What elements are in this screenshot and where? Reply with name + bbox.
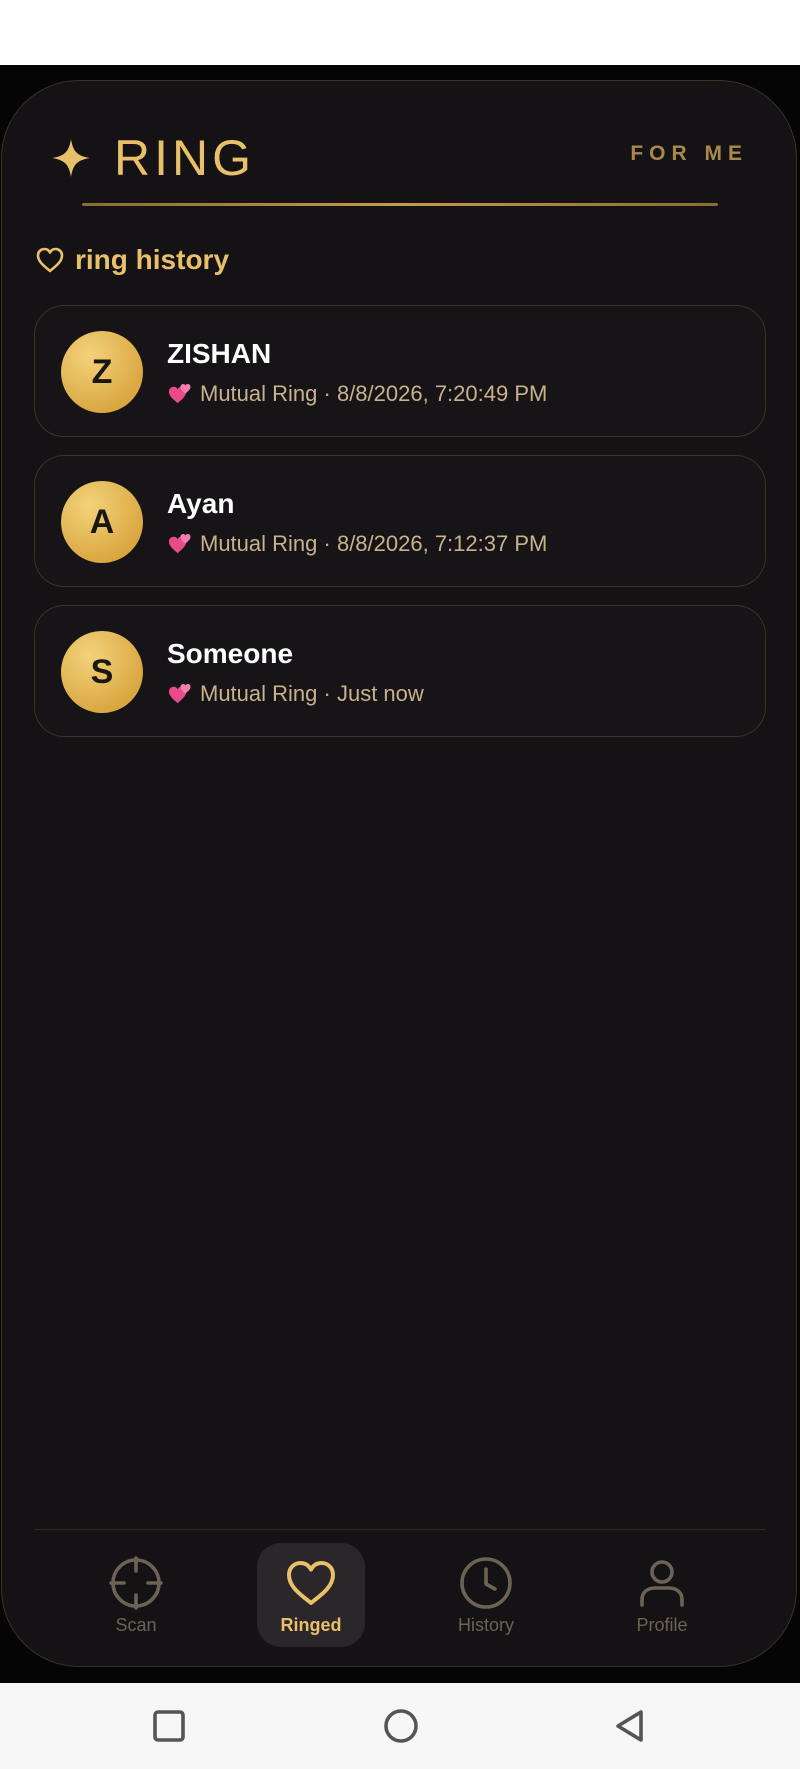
ring-meta: Mutual Ring · Just now — [167, 680, 424, 707]
separator: · — [317, 380, 337, 406]
clock-icon — [460, 1557, 512, 1609]
ring-meta: Mutual Ring · 8/8/2026, 7:20:49 PM — [167, 380, 547, 407]
two-hearts-icon — [168, 534, 191, 554]
status-bar — [0, 0, 800, 65]
bottom-nav-divider — [34, 1529, 766, 1530]
heart-icon — [287, 1561, 335, 1605]
header-divider — [82, 203, 718, 206]
ring-list-item[interactable]: Z ZISHAN Mutual Ring · 8/8/2026, 7:20:49… — [34, 305, 766, 437]
ring-user-name: ZISHAN — [167, 338, 272, 369]
circle-icon[interactable] — [380, 1705, 422, 1747]
brand-header: RING — [50, 123, 255, 193]
ring-list: Z ZISHAN Mutual Ring · 8/8/2026, 7:20:49… — [34, 305, 766, 755]
nav-label: Scan — [115, 1615, 157, 1635]
nav-item-profile[interactable]: Profile — [608, 1543, 716, 1647]
app-title: RING — [114, 130, 255, 186]
nav-item-ringed[interactable]: Ringed — [257, 1543, 365, 1647]
nav-label: History — [457, 1615, 514, 1635]
ring-type: Mutual Ring — [200, 680, 318, 706]
ring-type: Mutual Ring — [200, 530, 318, 556]
ring-time: 8/8/2026, 7:20:49 PM — [336, 380, 548, 406]
separator: · — [317, 680, 337, 706]
avatar: S — [61, 631, 143, 713]
ring-user-name: Someone — [167, 638, 294, 669]
nav-label: Profile — [636, 1615, 688, 1635]
ring-list-item[interactable]: A Ayan Mutual Ring · 8/8/2026, 7:12:37 P… — [34, 455, 766, 587]
nav-item-scan[interactable]: Scan — [82, 1543, 190, 1647]
ring-type: Mutual Ring — [200, 380, 318, 406]
ring-time: 8/8/2026, 7:12:37 PM — [336, 530, 548, 556]
system-navigation-bar — [0, 1683, 800, 1769]
two-hearts-icon — [168, 684, 191, 704]
two-hearts-icon — [168, 384, 191, 404]
avatar: A — [61, 481, 143, 563]
section-title: ring history — [34, 240, 229, 280]
ring-user-name: Ayan — [167, 488, 235, 519]
section-title-text: ring history — [75, 244, 230, 275]
nav-label: Ringed — [280, 1615, 342, 1635]
sparkle-icon — [52, 139, 90, 177]
avatar: Z — [61, 331, 143, 413]
triangle-back-icon[interactable] — [609, 1705, 651, 1747]
ring-meta: Mutual Ring · 8/8/2026, 7:12:37 PM — [167, 530, 547, 557]
ring-list-item[interactable]: S Someone Mutual Ring · Just now — [34, 605, 766, 737]
square-icon[interactable] — [148, 1705, 190, 1747]
ring-time: Just now — [336, 680, 424, 706]
separator: · — [317, 530, 337, 556]
user-icon — [640, 1560, 684, 1607]
heart-outline-icon — [36, 247, 64, 273]
bottom-nav: Scan Ringed History Profile — [34, 1540, 766, 1655]
crosshair-icon — [109, 1556, 163, 1610]
nav-item-history[interactable]: History — [432, 1543, 540, 1647]
for-me-link[interactable]: FOR ME — [630, 142, 748, 166]
